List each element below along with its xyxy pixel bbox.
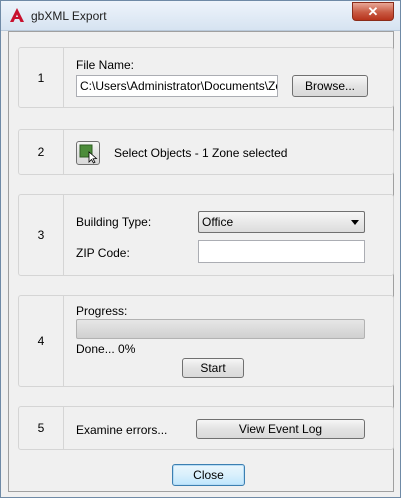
title-bar[interactable]: gbXML Export ✕ — [1, 1, 400, 31]
select-objects-button[interactable] — [76, 141, 100, 165]
chevron-down-icon — [351, 220, 359, 225]
step-4-panel: 4 Progress: Done... 0% Start — [18, 295, 394, 387]
close-icon: ✕ — [367, 4, 379, 19]
step-number: 5 — [19, 407, 64, 449]
step-number: 4 — [19, 296, 64, 386]
step-number: 3 — [19, 195, 64, 275]
browse-button[interactable]: Browse... — [292, 75, 368, 97]
zip-code-label: ZIP Code: — [76, 246, 130, 260]
file-name-label: File Name: — [76, 58, 135, 72]
window-title: gbXML Export — [31, 9, 107, 23]
step-3-panel: 3 Building Type: Office ZIP Code: — [18, 194, 394, 276]
select-objects-status: Select Objects - 1 Zone selected — [114, 146, 288, 160]
progress-status: Done... 0% — [76, 342, 136, 356]
view-event-log-button[interactable]: View Event Log — [196, 419, 365, 439]
dialog-body: 1 File Name: C:\Users\Administrator\Docu… — [8, 31, 394, 492]
examine-errors-label: Examine errors... — [76, 423, 168, 437]
building-type-label: Building Type: — [76, 215, 152, 229]
file-name-input[interactable]: C:\Users\Administrator\Documents\Zone — [76, 75, 278, 97]
step-2-panel: 2 Select Objects - 1 Zone selected — [18, 129, 394, 175]
close-button[interactable]: Close — [172, 464, 245, 486]
building-type-select[interactable]: Office — [198, 211, 365, 233]
progress-bar — [76, 319, 365, 339]
step-number: 1 — [19, 48, 64, 107]
step-number: 2 — [19, 130, 64, 174]
start-button[interactable]: Start — [182, 358, 244, 378]
zip-code-input[interactable] — [198, 240, 365, 263]
progress-label: Progress: — [76, 304, 128, 318]
step-5-panel: 5 Examine errors... View Event Log — [18, 406, 394, 450]
gbxml-export-window: gbXML Export ✕ 1 File Name: C:\Users\Adm… — [0, 0, 401, 498]
building-type-value: Office — [202, 215, 234, 229]
autocad-app-icon — [10, 8, 24, 22]
step-1-panel: 1 File Name: C:\Users\Administrator\Docu… — [18, 47, 394, 108]
select-objects-icon — [79, 144, 98, 164]
window-close-button[interactable]: ✕ — [352, 2, 394, 21]
